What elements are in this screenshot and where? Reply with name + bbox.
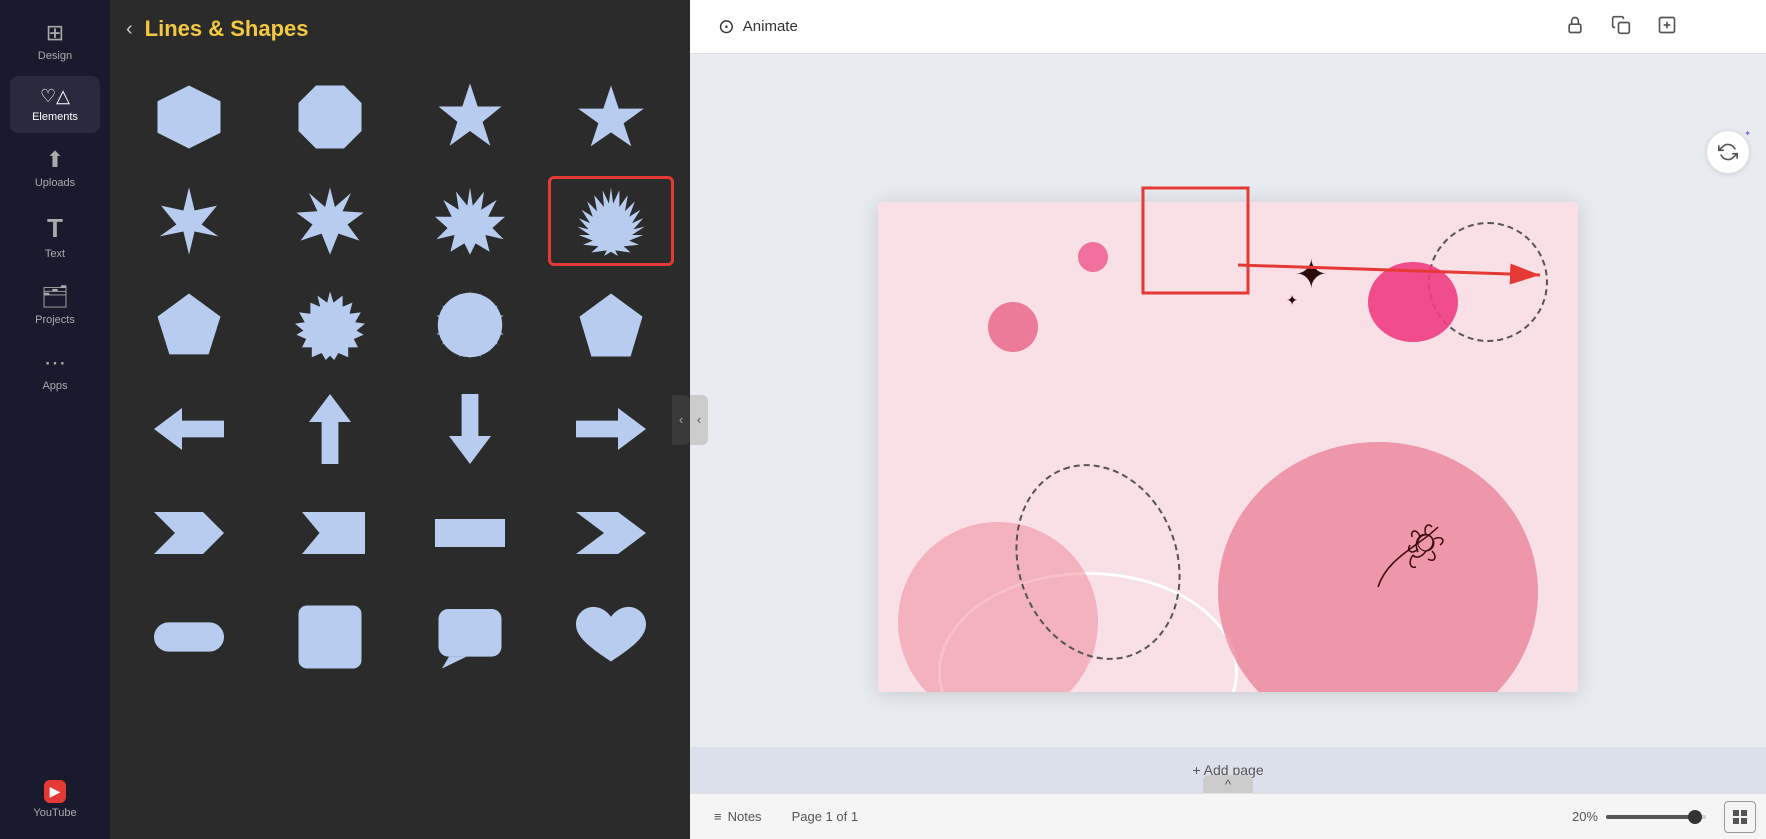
animate-icon: ⊙ bbox=[718, 14, 735, 39]
shape-star8[interactable] bbox=[267, 176, 394, 266]
shape-badge1[interactable] bbox=[267, 280, 394, 370]
text-icon: T bbox=[47, 213, 63, 244]
canvas-small-circle bbox=[988, 302, 1038, 352]
panel-title: Lines & Shapes bbox=[145, 16, 309, 42]
uploads-icon: ⬆ bbox=[46, 147, 64, 173]
sidebar-item-text[interactable]: T Text bbox=[10, 203, 100, 270]
collapse-panel-button[interactable]: ‹ bbox=[672, 395, 690, 445]
canvas-pink-circle bbox=[1368, 262, 1458, 342]
shapes-grid bbox=[126, 72, 674, 682]
shape-pentagon2[interactable] bbox=[548, 280, 675, 370]
shape-hexagon[interactable] bbox=[126, 72, 253, 162]
canvas-small-dot bbox=[1078, 242, 1108, 272]
shape-arrow-right2[interactable] bbox=[548, 384, 675, 474]
sidebar-item-apps-label: Apps bbox=[42, 380, 67, 392]
main-area: ⊙ Animate ✦ ✦ ✦ bbox=[690, 0, 1766, 839]
shape-chevron-right1[interactable] bbox=[126, 488, 253, 578]
notes-button[interactable]: ≡ Notes bbox=[706, 805, 770, 828]
canvas-sparkle-small: ✦ bbox=[1286, 292, 1298, 309]
back-button[interactable]: ‹ bbox=[126, 18, 133, 41]
collapse-canvas-left-button[interactable]: ‹ bbox=[690, 395, 708, 445]
shape-octagon[interactable] bbox=[267, 72, 394, 162]
sidebar-item-uploads-label: Uploads bbox=[35, 177, 75, 189]
shape-star6b[interactable] bbox=[126, 176, 253, 266]
canvas-sparkle: ✦ bbox=[1294, 252, 1328, 298]
projects-icon: 🗂 bbox=[41, 284, 69, 310]
zoom-slider-track[interactable] bbox=[1606, 815, 1706, 819]
shape-star6[interactable] bbox=[407, 72, 534, 162]
shape-badge2[interactable] bbox=[407, 280, 534, 370]
sidebar-item-text-label: Text bbox=[45, 248, 65, 260]
sidebar-item-apps[interactable]: ⋯ Apps bbox=[10, 340, 100, 402]
shape-pill[interactable] bbox=[126, 592, 253, 682]
zoom-control: 20% bbox=[1572, 809, 1706, 824]
sidebar-item-youtube[interactable]: ▶ YouTube bbox=[10, 770, 100, 829]
shape-arrow-left[interactable] bbox=[126, 384, 253, 474]
zoom-label: 20% bbox=[1572, 809, 1598, 824]
canvas-container: ✦ ✦ bbox=[690, 54, 1766, 839]
left-navigation: ⊞ Design ♡△ Elements ⬆ Uploads T Text 🗂 … bbox=[0, 0, 110, 839]
shape-arrow-up[interactable] bbox=[267, 384, 394, 474]
sidebar-item-projects[interactable]: 🗂 Projects bbox=[10, 274, 100, 336]
page-info: Page 1 of 1 bbox=[792, 809, 859, 824]
shape-chevron-right3[interactable] bbox=[548, 488, 675, 578]
shape-starburst16[interactable] bbox=[548, 176, 675, 266]
shape-star5[interactable] bbox=[548, 72, 675, 162]
sidebar-item-elements[interactable]: ♡△ Elements bbox=[10, 76, 100, 133]
sidebar-item-uploads[interactable]: ⬆ Uploads bbox=[10, 137, 100, 199]
shape-pentagon[interactable] bbox=[126, 280, 253, 370]
apps-icon: ⋯ bbox=[44, 350, 66, 376]
elements-icon: ♡△ bbox=[40, 86, 70, 107]
design-canvas[interactable]: ✦ ✦ bbox=[878, 202, 1578, 692]
youtube-icon: ▶ bbox=[44, 780, 67, 803]
collapse-bottom-button[interactable]: ^ bbox=[1203, 775, 1253, 793]
notes-label: Notes bbox=[728, 809, 762, 824]
top-right-icons-group bbox=[1556, 6, 1686, 44]
shape-heart[interactable] bbox=[548, 592, 675, 682]
sidebar-item-youtube-label: YouTube bbox=[33, 807, 76, 819]
shape-arrow-down[interactable] bbox=[407, 384, 534, 474]
zoom-handle[interactable] bbox=[1688, 810, 1702, 824]
animate-label: Animate bbox=[743, 18, 798, 35]
shape-square-rounded[interactable] bbox=[267, 592, 394, 682]
sidebar-item-design-label: Design bbox=[38, 50, 72, 62]
zoom-slider-fill bbox=[1606, 815, 1691, 819]
panel-header: ‹ Lines & Shapes bbox=[126, 16, 674, 52]
canvas-flower bbox=[1358, 507, 1458, 602]
design-icon: ⊞ bbox=[46, 20, 64, 46]
notes-icon: ≡ bbox=[714, 809, 722, 824]
sidebar-item-projects-label: Projects bbox=[35, 314, 75, 326]
shapes-panel: ‹ Lines & Shapes bbox=[110, 0, 690, 839]
grid-view-button[interactable] bbox=[1724, 801, 1756, 833]
shape-band[interactable] bbox=[407, 488, 534, 578]
add-element-button[interactable] bbox=[1648, 6, 1686, 44]
shape-speech-bubble[interactable] bbox=[407, 592, 534, 682]
top-toolbar: ⊙ Animate bbox=[690, 0, 1766, 54]
shape-chevron-right2[interactable] bbox=[267, 488, 394, 578]
bottom-bar: ≡ Notes Page 1 of 1 20% bbox=[690, 793, 1766, 839]
shape-starburst12[interactable] bbox=[407, 176, 534, 266]
sidebar-item-design[interactable]: ⊞ Design bbox=[10, 10, 100, 72]
lock-button[interactable] bbox=[1556, 6, 1594, 44]
sidebar-item-elements-label: Elements bbox=[32, 111, 78, 123]
copy-frames-button[interactable] bbox=[1602, 6, 1640, 44]
animate-button[interactable]: ⊙ Animate bbox=[706, 8, 810, 45]
